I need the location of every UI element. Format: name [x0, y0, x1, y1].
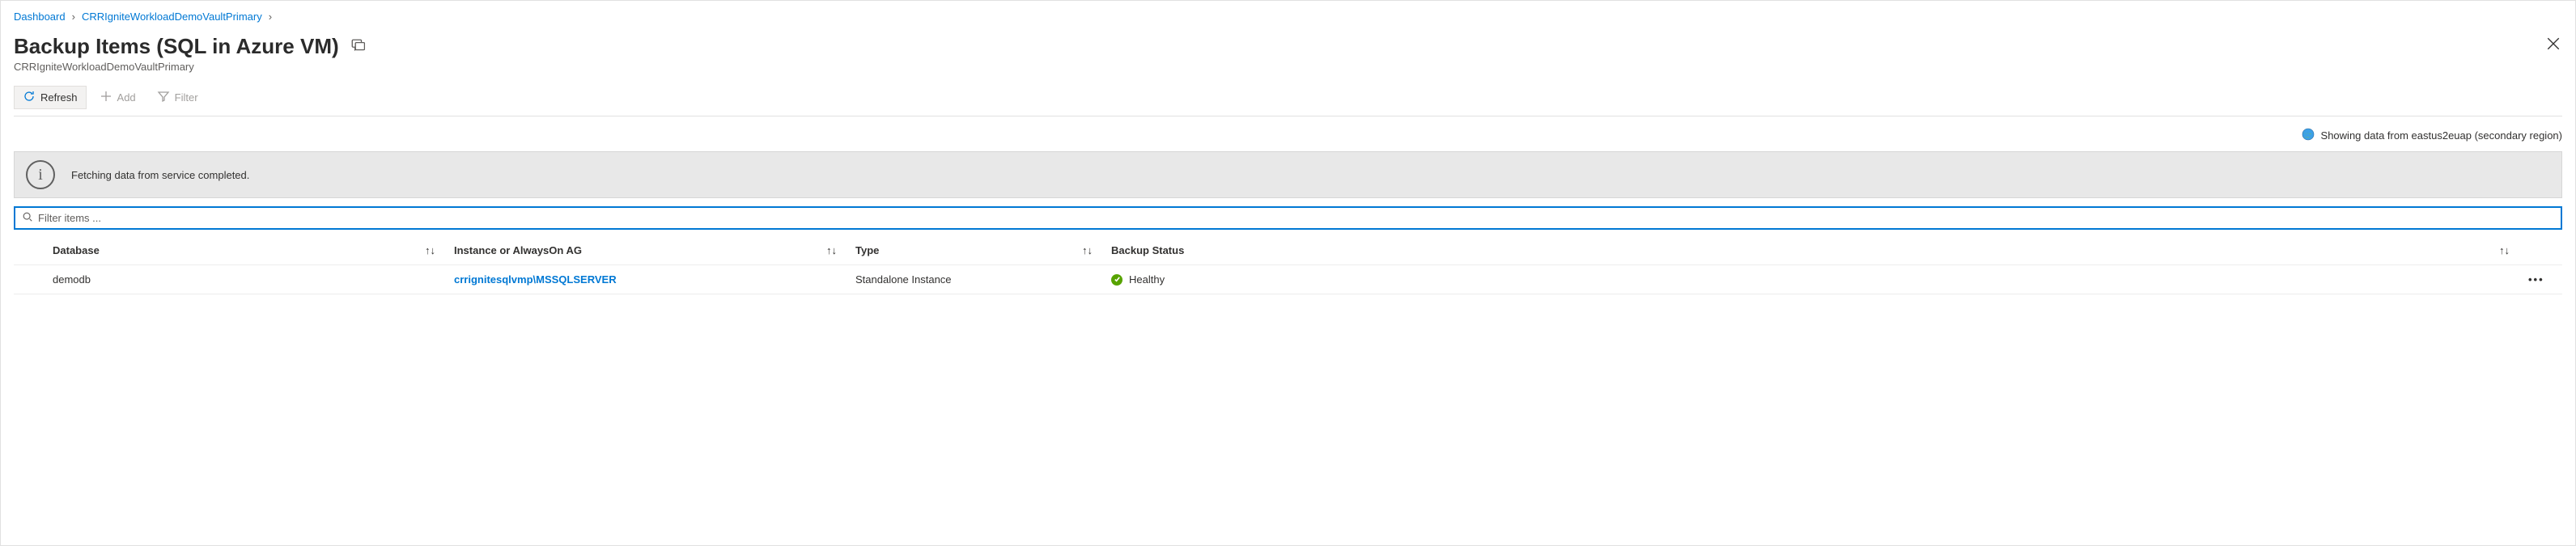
- cell-status: Healthy: [1111, 273, 2486, 286]
- region-indicator: Showing data from eastus2euap (secondary…: [14, 128, 2562, 143]
- sort-instance-icon[interactable]: ↑↓: [820, 236, 849, 265]
- breadcrumb-dashboard[interactable]: Dashboard: [14, 11, 66, 23]
- col-instance[interactable]: Instance or AlwaysOn AG: [448, 236, 820, 265]
- page-title: Backup Items (SQL in Azure VM): [14, 34, 339, 59]
- feedback-icon[interactable]: [350, 38, 365, 55]
- breadcrumb: Dashboard › CRRIgniteWorkloadDemoVaultPr…: [14, 11, 2562, 23]
- add-label: Add: [117, 91, 136, 104]
- sort-status-icon[interactable]: ↑↓: [2493, 236, 2522, 265]
- refresh-label: Refresh: [40, 91, 78, 104]
- sort-type-icon[interactable]: ↑↓: [1076, 236, 1105, 265]
- plus-icon: [100, 90, 112, 105]
- cell-instance-link[interactable]: crrignitesqlvmp\MSSQLSERVER: [454, 273, 617, 286]
- filter-items-input[interactable]: [38, 212, 2554, 224]
- refresh-icon: [23, 90, 36, 105]
- chevron-right-icon: ›: [72, 11, 75, 23]
- breadcrumb-vault[interactable]: CRRIgniteWorkloadDemoVaultPrimary: [82, 11, 262, 23]
- toolbar: Refresh Add Filter: [14, 86, 2562, 116]
- refresh-button[interactable]: Refresh: [14, 86, 87, 109]
- add-button: Add: [91, 87, 144, 108]
- cell-type: Standalone Instance: [849, 265, 1076, 294]
- status-healthy-icon: [1111, 274, 1122, 286]
- table-header-row: Database ↑↓ Instance or AlwaysOn AG ↑↓ T…: [14, 236, 2562, 265]
- filter-items-box[interactable]: [14, 206, 2562, 230]
- search-icon: [22, 211, 33, 225]
- info-banner: i Fetching data from service completed.: [14, 151, 2562, 198]
- sort-database-icon[interactable]: ↑↓: [418, 236, 448, 265]
- filter-button: Filter: [149, 87, 206, 108]
- chevron-right-icon: ›: [269, 11, 272, 23]
- close-button[interactable]: [2546, 36, 2561, 53]
- info-text: Fetching data from service completed.: [71, 169, 249, 181]
- status-text: Healthy: [1129, 273, 1165, 286]
- funnel-icon: [157, 90, 170, 105]
- col-status[interactable]: Backup Status: [1105, 236, 2493, 265]
- backup-items-table: Database ↑↓ Instance or AlwaysOn AG ↑↓ T…: [14, 236, 2562, 294]
- info-icon: i: [26, 160, 55, 189]
- filter-label: Filter: [175, 91, 198, 104]
- table-row[interactable]: demodb crrignitesqlvmp\MSSQLSERVER Stand…: [14, 265, 2562, 294]
- region-text: Showing data from eastus2euap (secondary…: [2321, 129, 2562, 142]
- cell-database: demodb: [46, 265, 418, 294]
- col-type[interactable]: Type: [849, 236, 1076, 265]
- globe-icon: [2302, 128, 2315, 143]
- col-database[interactable]: Database: [46, 236, 418, 265]
- page-subtitle: CRRIgniteWorkloadDemoVaultPrimary: [14, 61, 2562, 73]
- row-actions-button[interactable]: •••: [2522, 265, 2562, 294]
